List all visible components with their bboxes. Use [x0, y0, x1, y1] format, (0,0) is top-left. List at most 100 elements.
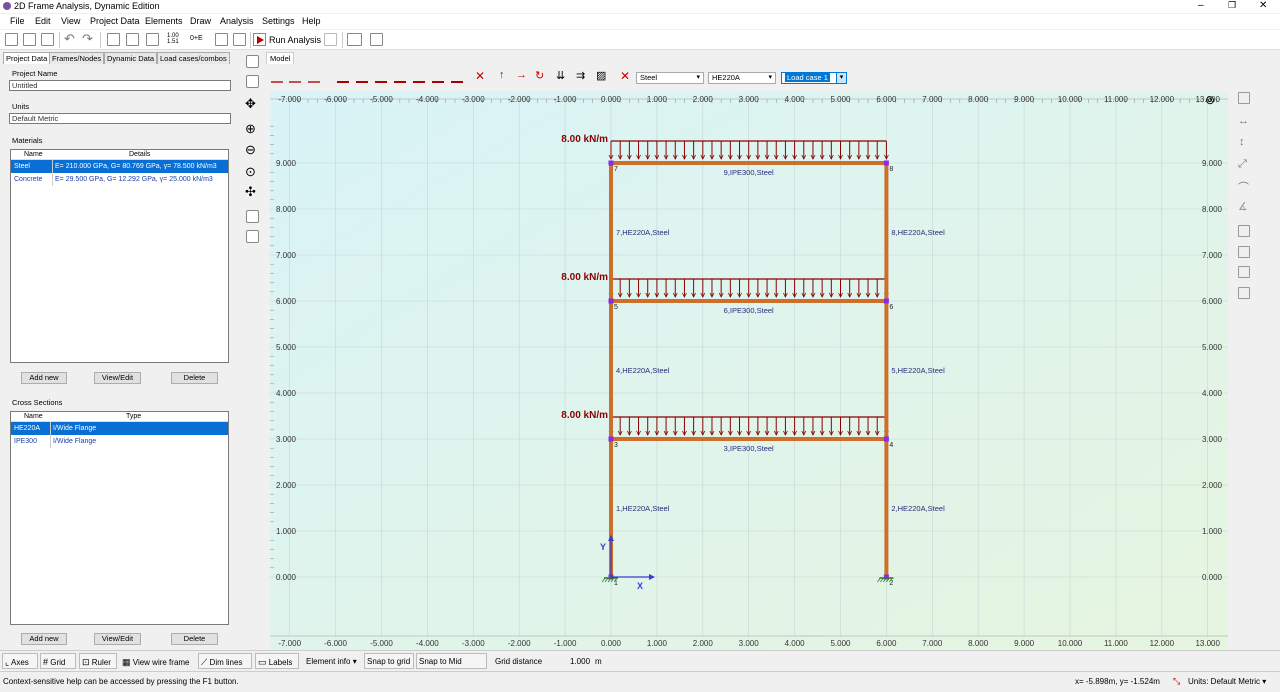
graph-icon[interactable]	[146, 33, 159, 46]
redo-icon[interactable]: ↷	[82, 31, 93, 47]
tab-model[interactable]: Model	[266, 52, 294, 64]
vertical-dim-icon[interactable]: ↕	[1239, 136, 1245, 148]
horizontal-dim-icon[interactable]: ↔	[1238, 115, 1249, 127]
save-icon[interactable]	[41, 33, 54, 46]
close-icon[interactable]: ✕	[1259, 0, 1267, 11]
menu-elements[interactable]: Elements	[145, 16, 183, 26]
arc-icon[interactable]: ⌒	[1238, 179, 1249, 195]
snap-to-mid-toggle[interactable]: Snap to Mid points	[416, 653, 487, 682]
materials-add-new-button[interactable]: Add new	[21, 372, 67, 384]
zoom-in-icon[interactable]: ⊕	[245, 121, 256, 137]
new-file-icon[interactable]	[5, 33, 18, 46]
support-spring-icon[interactable]	[394, 71, 406, 83]
load-case-select[interactable]: Load case 1 ▾	[781, 72, 847, 84]
minimize-icon[interactable]: –	[1198, 0, 1204, 11]
tab-dynamic-data[interactable]: Dynamic Data	[104, 52, 158, 64]
comment-icon[interactable]	[1238, 225, 1250, 237]
dim-lines-toggle[interactable]: ⟋ Dim lines	[198, 653, 252, 669]
zoom-extents-icon[interactable]: ✣	[245, 184, 256, 200]
pan-icon[interactable]: ✥	[245, 96, 256, 112]
axes-toggle[interactable]: ⌞ Axes	[2, 653, 38, 669]
camera-icon[interactable]: ⊚	[1205, 93, 1215, 107]
menu-view[interactable]: View	[61, 16, 80, 26]
horizontal-force-icon[interactable]: →	[516, 69, 527, 81]
angle-icon[interactable]: ∡	[1238, 200, 1248, 213]
table-icon[interactable]	[347, 33, 362, 46]
zoom-out-icon[interactable]: ⊖	[245, 142, 256, 158]
calculator-icon[interactable]	[1238, 92, 1250, 104]
export-image-icon[interactable]	[246, 230, 259, 243]
support-roller-icon[interactable]	[375, 71, 387, 83]
support-pinned-icon[interactable]	[356, 71, 368, 83]
distributed-load-icon[interactable]	[413, 71, 425, 83]
units-field[interactable]: Default Metric	[9, 113, 231, 124]
restore-icon[interactable]: ❐	[1228, 0, 1236, 11]
menu-settings[interactable]: Settings	[262, 16, 295, 26]
export-icon[interactable]	[233, 33, 246, 46]
info-icon[interactable]	[215, 33, 228, 46]
materials-view-edit-button[interactable]: View/Edit	[94, 372, 141, 384]
wire-frame-toggle[interactable]: ▦ View wire frame	[122, 657, 190, 668]
multi-arrow-icon[interactable]: ⇉	[576, 69, 585, 82]
grid-distance-input[interactable]: 1.000	[570, 657, 590, 666]
sections-view-edit-button[interactable]: View/Edit	[94, 633, 141, 645]
delete-load-icon[interactable]: ✕	[475, 69, 485, 83]
comment-edit-icon[interactable]	[1238, 266, 1250, 278]
edit-icon[interactable]	[246, 75, 259, 88]
element-info-dropdown[interactable]: Element info ▾	[306, 657, 357, 666]
menu-project-data[interactable]: Project Data	[90, 16, 140, 26]
sections-delete-button[interactable]: Delete	[171, 633, 218, 645]
labels-toggle[interactable]: ▭ Labels	[255, 653, 299, 669]
ruler-icon[interactable]: ▨	[596, 69, 606, 82]
comment-add-icon[interactable]	[1238, 246, 1250, 258]
select-icon[interactable]	[246, 55, 259, 68]
open-folder-icon[interactable]	[23, 33, 36, 46]
material-select[interactable]: Steel ▾	[636, 72, 704, 84]
list-item[interactable]: IPE300 I/Wide Flange	[11, 435, 228, 448]
copy-icon[interactable]	[246, 210, 259, 223]
frame-model[interactable]: -7.000 -7.000 -6.000 -6.000 -5.000 -5.000 -4.0…	[270, 91, 1228, 650]
model-canvas[interactable]: -7.000 -7.000 -6.000 -6.000 -5.000 -5.000 -4.0…	[270, 91, 1228, 650]
run-analysis-label[interactable]: Run Analysis	[269, 35, 321, 45]
list-item[interactable]: Steel E= 210.000 GPa, G= 80.769 GPa, γ= …	[11, 160, 228, 173]
section-select[interactable]: HE220A ▾	[708, 72, 776, 84]
delete-all-icon[interactable]: ✕	[620, 69, 630, 83]
animate-icon[interactable]	[324, 33, 337, 46]
units-status[interactable]: Units: Default Metric ▾	[1188, 677, 1266, 686]
moment-load-icon[interactable]	[451, 71, 463, 83]
project-name-field[interactable]: Untitled	[9, 80, 231, 91]
snap-to-grid-toggle[interactable]: Snap to grid	[364, 653, 414, 669]
list-item[interactable]: HE220A I/Wide Flange	[11, 422, 228, 435]
tab-frames-nodes[interactable]: Frames/Nodes	[49, 52, 105, 64]
vertical-force-icon[interactable]: ↑	[499, 69, 505, 81]
comment-delete-icon[interactable]	[1238, 287, 1250, 299]
draw-frame-icon[interactable]	[271, 71, 283, 83]
aligned-dim-icon[interactable]: ⤢	[1238, 158, 1247, 171]
menu-analysis[interactable]: Analysis	[220, 16, 254, 26]
tab-project-data[interactable]: Project Data	[3, 52, 51, 64]
menu-help[interactable]: Help	[302, 16, 321, 26]
rotation-icon[interactable]: ↻	[535, 69, 544, 82]
tab-load-cases[interactable]: Load cases/combos	[157, 52, 230, 64]
number-format-icon[interactable]: 1.00 1.51	[167, 33, 179, 45]
zoom-window-icon[interactable]: ⊙	[245, 164, 256, 180]
materials-delete-button[interactable]: Delete	[171, 372, 218, 384]
chart-icon[interactable]	[126, 33, 139, 46]
spread-icon[interactable]: ⇊	[556, 69, 565, 82]
grid-toggle[interactable]: # Grid	[40, 653, 76, 669]
list-item[interactable]: Concrete E= 29.500 GPa, G= 12.292 GPa, γ…	[11, 173, 228, 186]
exp-format-icon[interactable]: 0+E	[190, 35, 203, 42]
menu-file[interactable]: File	[10, 16, 25, 26]
run-analysis-button[interactable]	[253, 33, 266, 46]
pages-icon[interactable]	[370, 33, 383, 46]
draw-element-icon[interactable]	[308, 71, 320, 83]
sections-add-new-button[interactable]: Add new	[21, 633, 67, 645]
materials-list[interactable]: Name Details Steel E= 210.000 GPa, G= 80…	[10, 149, 229, 363]
undo-icon[interactable]: ↶	[64, 31, 75, 47]
sections-list[interactable]: Name Type HE220A I/Wide Flange IPE300 I/…	[10, 411, 229, 625]
menu-draw[interactable]: Draw	[190, 16, 211, 26]
draw-chain-icon[interactable]	[289, 71, 301, 83]
ruler-toggle[interactable]: ⊡ Ruler	[79, 653, 117, 669]
menu-edit[interactable]: Edit	[35, 16, 51, 26]
report-icon[interactable]	[107, 33, 120, 46]
